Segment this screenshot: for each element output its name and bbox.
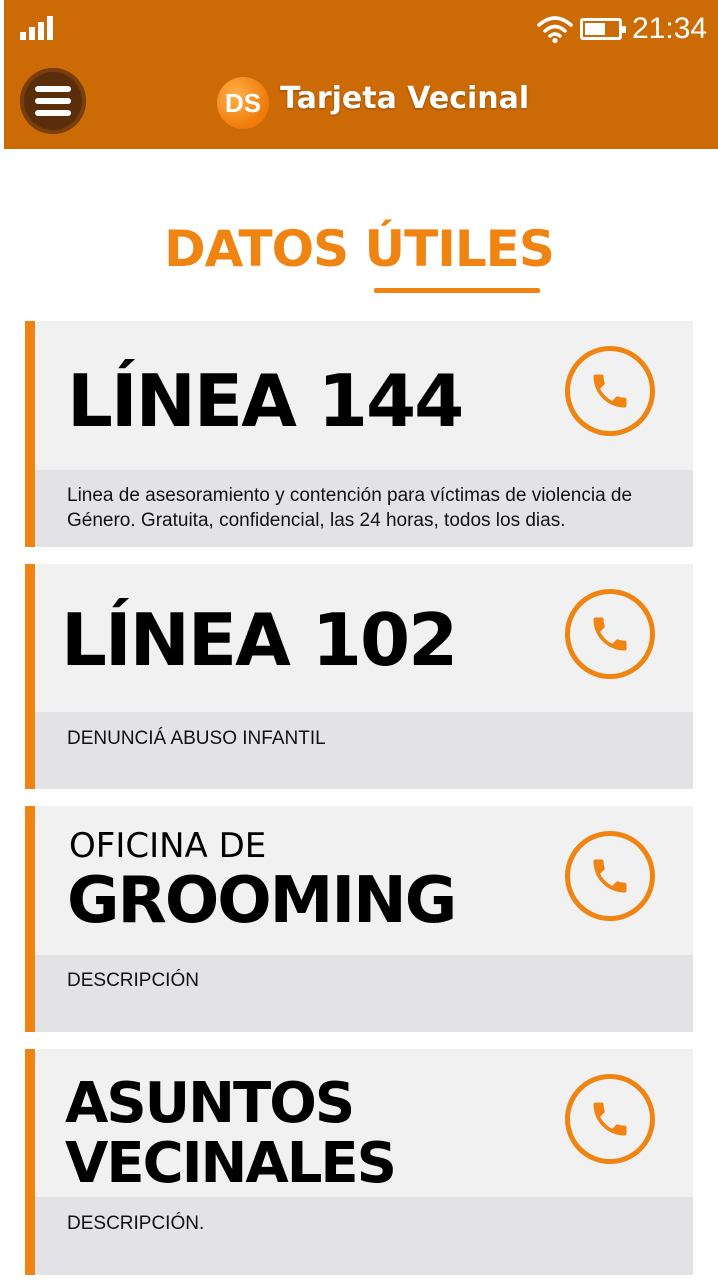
phone-icon[interactable] (565, 589, 655, 679)
page-title: DATOS ÚTILES (164, 220, 555, 278)
hamburger-icon[interactable] (20, 68, 86, 134)
card-title: LÍNEA 102 (61, 598, 458, 682)
phone-icon[interactable] (565, 1074, 655, 1164)
card-title: LÍNEA 144 (67, 359, 464, 443)
card-accent (25, 321, 35, 547)
card-description: DENUNCIÁ ABUSO INFANTIL (67, 728, 326, 749)
info-card-linea-102[interactable]: LÍNEA 102 DENUNCIÁ ABUSO INFANTIL (25, 564, 693, 789)
card-title-line1: ASUNTOS (65, 1071, 355, 1136)
card-description: Linea de asesoramiento y contención para… (67, 485, 633, 531)
card-description: DESCRIPCIÓN (67, 970, 199, 991)
card-title-line2: VECINALES (65, 1131, 397, 1196)
card-accent (25, 1049, 35, 1275)
info-card-asuntos-vecinales[interactable]: ASUNTOS VECINALES DESCRIPCIÓN. (25, 1049, 693, 1275)
phone-icon[interactable] (565, 346, 655, 436)
card-description-area (35, 955, 693, 1032)
card-description-area (35, 1197, 693, 1275)
app-logo: DS (217, 77, 269, 129)
signal-icon (20, 16, 56, 40)
card-subtitle: OFICINA DE (69, 826, 267, 866)
card-accent (25, 806, 35, 1032)
app-name: Tarjeta Vecinal (280, 81, 530, 116)
info-card-linea-144[interactable]: LÍNEA 144 Linea de asesoramiento y conte… (25, 321, 693, 547)
card-title: GROOMING (67, 864, 457, 938)
wifi-icon (537, 16, 573, 44)
info-card-grooming[interactable]: OFICINA DE GROOMING DESCRIPCIÓN (25, 806, 693, 1032)
battery-icon (580, 18, 626, 40)
card-description: DESCRIPCIÓN. (67, 1213, 205, 1234)
status-time: 21:34 (632, 12, 708, 45)
title-underline (374, 288, 540, 293)
status-bar: 21:34 (4, 0, 718, 56)
phone-icon[interactable] (565, 831, 655, 921)
card-accent (25, 564, 35, 789)
app-bar: 21:34 DS Tarjeta Vecinal (4, 0, 718, 149)
